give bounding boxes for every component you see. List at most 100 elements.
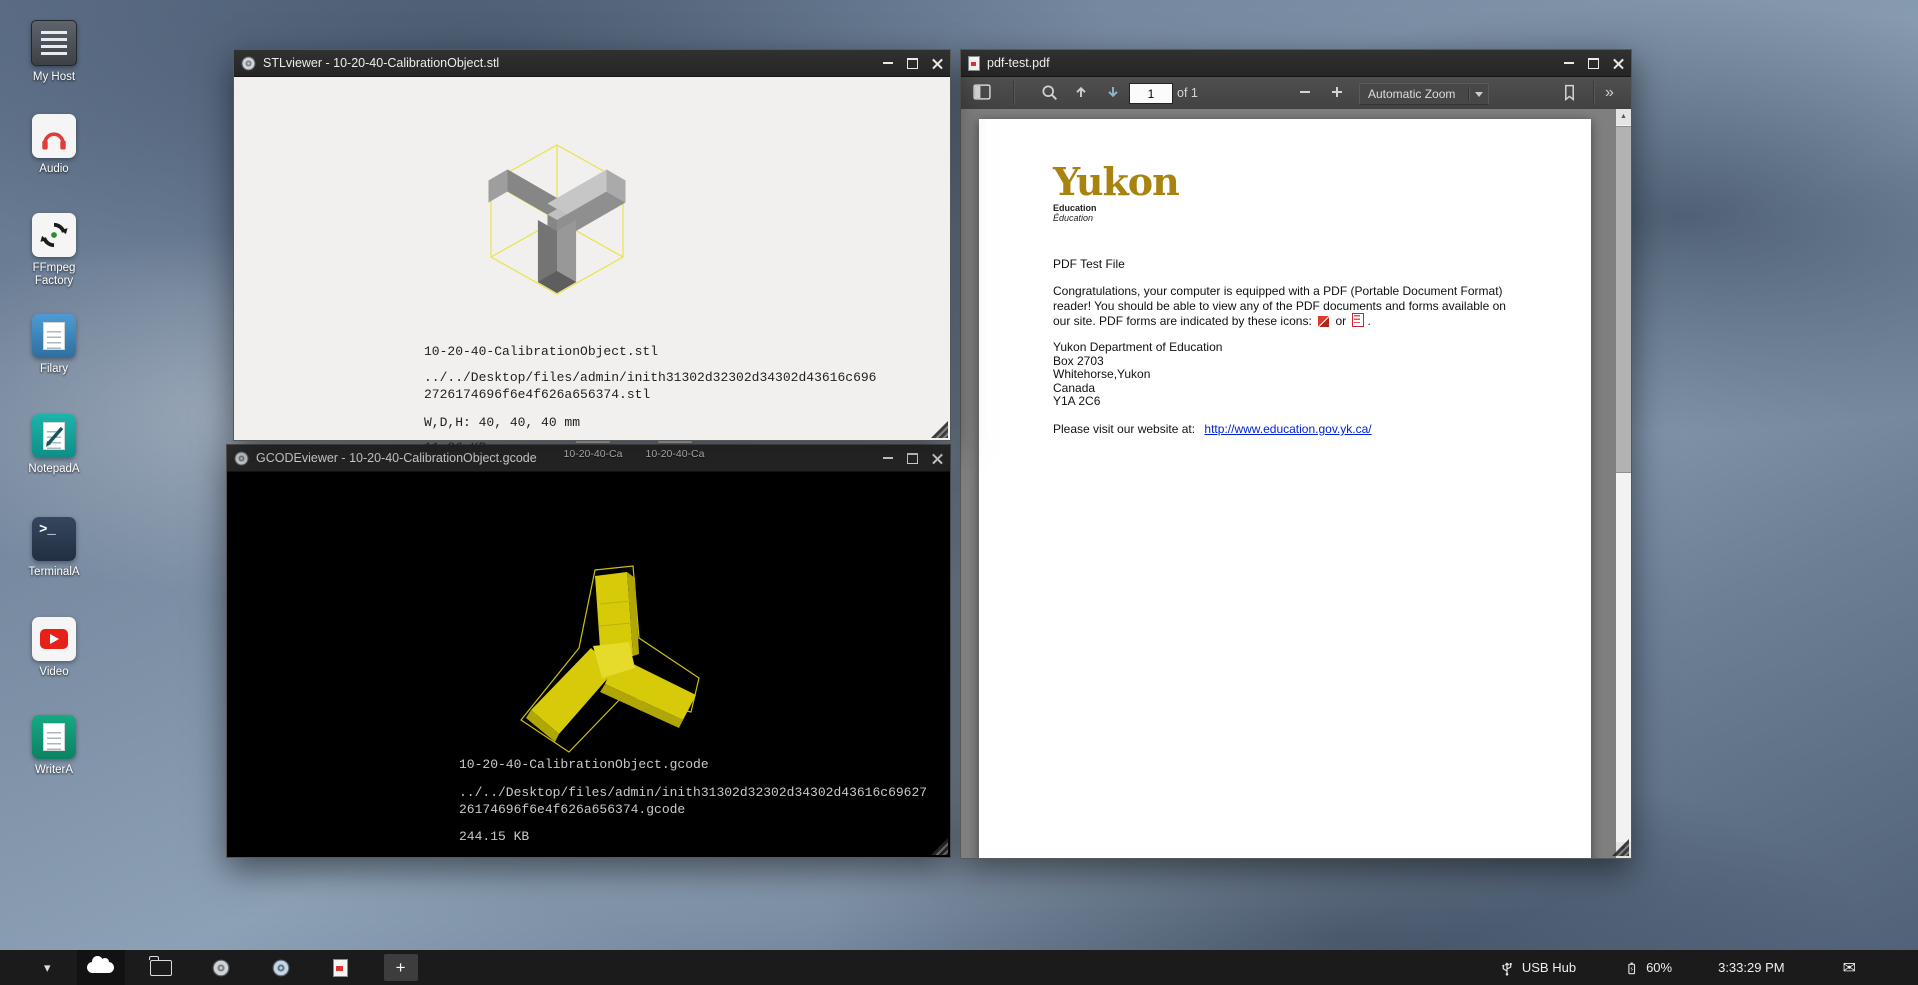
stl-window-title: STLviewer - 10-20-40-CalibrationObject.s… [263,56,875,70]
desktop-icon-label: FFmpeg Factory [14,262,94,288]
desktop-icon-label: WriterA [14,764,94,777]
desktop: My Host Audio FFmpeg Factory Filary Note… [0,0,1918,985]
battery-indicator[interactable]: 60% [1624,960,1672,976]
mail-icon[interactable]: ✉ [1843,958,1856,978]
close-button[interactable] [1606,50,1631,76]
address-line: Box 2703 [1053,355,1222,369]
gcode-viewport[interactable]: 10-20-40-CalibrationObject.gcode ../../D… [227,472,950,857]
plus-icon: + [384,954,418,981]
maximize-button[interactable] [1581,50,1606,76]
paragraph-line: our site. PDF forms are indicated by the… [1053,313,1506,329]
desktop-icon-audio[interactable]: Audio [14,114,94,176]
stl-viewport[interactable]: 10-20-40-CalibrationObject.stl ../../Des… [234,77,950,440]
chevron-down-icon [1475,92,1483,97]
taskbar-pdf-button[interactable] [317,950,365,985]
zoom-out-button[interactable] [1297,84,1313,100]
taskbar-menu-caret[interactable]: ▾ [44,960,51,976]
window-controls [1556,50,1631,76]
usb-hub-label: USB Hub [1522,960,1576,975]
desktop-icon-label: NotepadA [14,463,94,476]
address-line: Whitehorse,Yukon [1053,368,1222,382]
address-block: Yukon Department of Education Box 2703 W… [1053,341,1222,409]
page-number-input[interactable] [1129,83,1173,104]
gcode-file-info: 10-20-40-CalibrationObject.gcode ../../D… [459,756,927,845]
desktop-icon-label: Filary [14,363,94,376]
folder-icon [150,960,172,976]
gcode-filesize: 244.15 KB [459,828,927,845]
pdf-app-icon [968,56,980,71]
pdf-content-area[interactable]: Yukon Education Éducation PDF Test File … [961,109,1616,858]
gcode-3d-model [505,564,715,764]
stlviewer-window: STLviewer - 10-20-40-CalibrationObject.s… [233,49,951,441]
desktop-icon-ffmpeg[interactable]: FFmpeg Factory [14,213,94,288]
battery-percent-label: 60% [1646,960,1672,975]
paragraph-text: our site. PDF forms are indicated by the… [1053,314,1312,328]
stl-titlebar[interactable]: STLviewer - 10-20-40-CalibrationObject.s… [234,50,950,77]
desktop-icon-label: My Host [14,71,94,84]
zoom-in-button[interactable] [1329,84,1345,100]
address-line: Canada [1053,382,1222,396]
scrollbar-thumb[interactable] [1616,126,1631,473]
stl-path-line2: 2726174696f6e4f626a656374.stl [424,386,876,403]
pdf-scrollbar[interactable]: ▲ ▼ [1616,109,1631,858]
desktop-icon-video[interactable]: Video [14,617,94,679]
toolbar-separator [1593,81,1595,105]
stl-filename: 10-20-40-CalibrationObject.stl [424,343,876,360]
battery-icon [1624,960,1639,976]
headphones-icon [32,114,76,158]
pdf-form-icon [1352,313,1364,327]
pdf-titlebar[interactable]: pdf-test.pdf [961,50,1631,77]
website-link[interactable]: http://www.education.gov.yk.ca/ [1204,422,1371,436]
zoom-select-dropdown[interactable]: Automatic Zoom [1359,83,1489,105]
sidebar-toggle-button[interactable] [973,84,991,100]
minimize-button[interactable] [1556,50,1581,76]
pdf-viewer-window: pdf-test.pdf of 1 [960,49,1632,859]
maximize-button[interactable] [900,445,925,471]
desktop-icon-filary[interactable]: Filary [14,314,94,376]
gcode-filename: 10-20-40-CalibrationObject.gcode [459,756,927,773]
resize-grip[interactable] [931,421,948,438]
minimize-button[interactable] [875,50,900,76]
taskbar-stlviewer-button[interactable] [197,950,245,985]
resize-grip[interactable] [931,838,948,855]
toolbar-overflow-button[interactable]: » [1605,77,1614,109]
maximize-button[interactable] [900,50,925,76]
website-label: Please visit our website at: [1053,422,1195,436]
window-controls [875,50,950,76]
scroll-up-button[interactable]: ▲ [1616,109,1631,125]
desktop-icon-terminal[interactable]: >_ TerminalA [14,517,94,579]
circular-arrows-icon [32,213,76,257]
usb-icon [1499,960,1515,976]
zoom-level-label: Automatic Zoom [1360,87,1468,101]
taskbar-gcodeviewer-button[interactable] [257,950,305,985]
gcode-path-line2: 26174696f6e4f626a656374.gcode [459,801,927,818]
close-button[interactable] [925,445,950,471]
close-button[interactable] [925,50,950,76]
taskbar-files-button[interactable] [137,950,185,985]
search-button[interactable] [1041,84,1058,101]
taskbar-cloud-button[interactable] [77,950,125,985]
yukon-logo-word: Yukon [1053,163,1179,201]
desktop-icon-writer[interactable]: WriterA [14,715,94,777]
taskbar-status-area: USB Hub 60% 3:33:29 PM ✉ [1499,958,1918,978]
file-manager-icon [32,314,76,358]
minimize-button[interactable] [875,445,900,471]
next-page-button[interactable] [1105,84,1121,100]
bookmark-button[interactable] [1561,84,1578,101]
taskbar-add-button[interactable]: + [377,950,425,985]
pdf-toolbar: of 1 Automatic Zoom » [961,77,1631,110]
previous-page-button[interactable] [1073,84,1089,100]
stlviewer-app-icon [241,56,256,71]
desktop-icon-notepad[interactable]: NotepadA [14,414,94,476]
video-player-icon [32,617,76,661]
paragraph-text: or [1335,314,1346,328]
desktop-icon-my-host[interactable]: My Host [14,20,94,84]
clock[interactable]: 3:33:29 PM [1718,960,1785,975]
paragraph-line: reader! You should be able to view any o… [1053,299,1506,314]
stl-3d-model [439,139,679,329]
acrobat-pdf-icon [1318,316,1329,327]
usb-hub-indicator[interactable]: USB Hub [1499,960,1576,976]
stl-path-line1: ../../Desktop/files/admin/inith31302d323… [424,369,876,386]
website-line: Please visit our website at: http://www.… [1053,422,1372,436]
paragraph-text: . [1367,314,1370,328]
